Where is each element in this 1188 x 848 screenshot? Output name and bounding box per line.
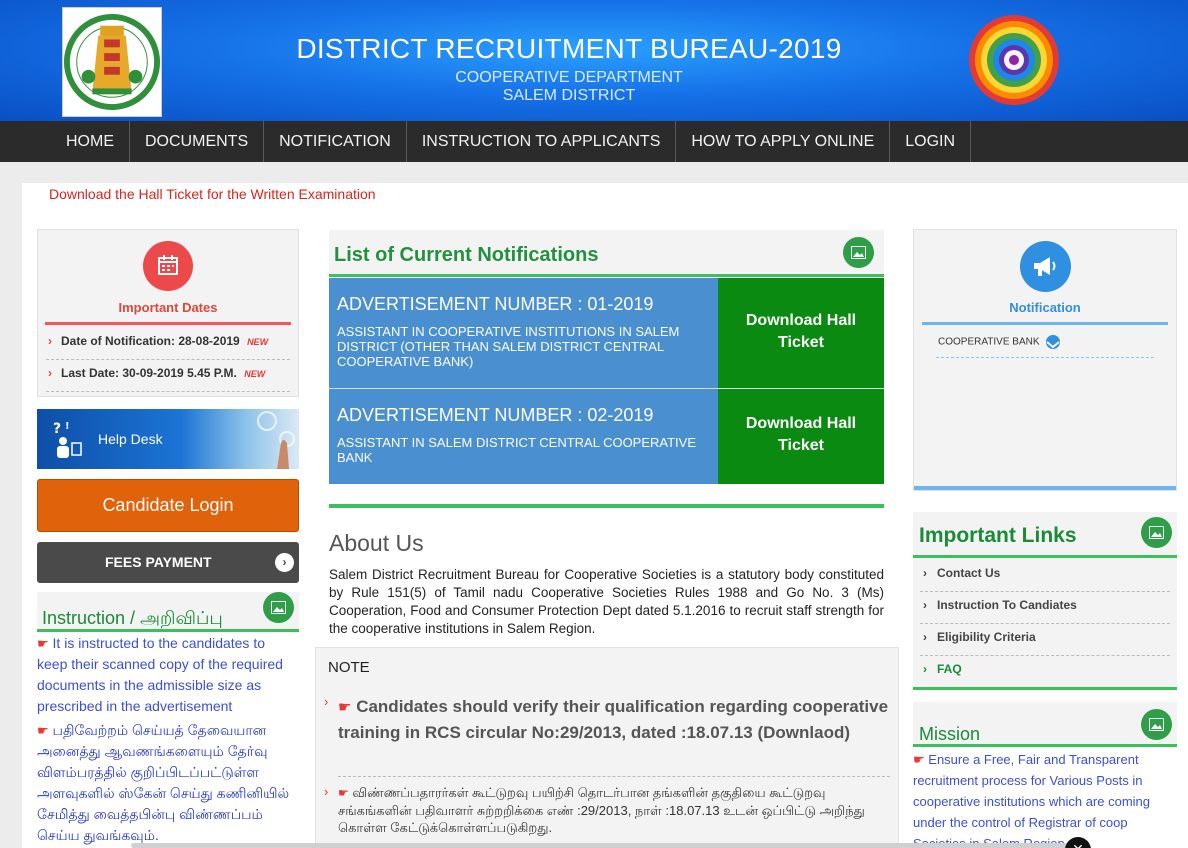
- touch-hand-graphic: [257, 411, 295, 469]
- important-links-title: Important Links: [919, 524, 1077, 547]
- download-hall-ticket-button[interactable]: Download Hall Ticket: [718, 389, 884, 484]
- chevron-right-icon: ›: [48, 366, 52, 380]
- pointing-hand-icon: ☛: [913, 752, 925, 767]
- pointing-hand-icon: ☛: [37, 723, 49, 738]
- divider: [913, 744, 1177, 747]
- chevron-right-icon: ›: [324, 784, 329, 799]
- divider: [913, 687, 1177, 690]
- note-item-tamil: ☛ விண்ணப்பதாரர்கள் கூட்டுறவு பயிற்சி தொட…: [338, 785, 865, 835]
- link-instruction-to-candidates[interactable]: › Instruction To Candiates: [920, 592, 1170, 624]
- image-icon: [843, 237, 874, 268]
- help-desk-banner[interactable]: ? ! Help Desk: [37, 409, 299, 469]
- note-item-qualification[interactable]: ☛ Candidates should verify their qualifi…: [338, 694, 890, 745]
- svg-text:!: !: [65, 421, 70, 432]
- nav-how-to-apply-online[interactable]: HOW TO APPLY ONLINE: [676, 121, 891, 162]
- image-icon: [1141, 709, 1172, 740]
- advertisement-02-card: ADVERTISEMENT NUMBER : 02-2019 ASSISTANT…: [329, 389, 718, 484]
- main-nav: HOME DOCUMENTS NOTIFICATION INSTRUCTION …: [0, 121, 1188, 162]
- calendar-icon: [143, 241, 193, 291]
- divider: [37, 629, 299, 632]
- list-item[interactable]: COOPERATIVE BANK: [938, 334, 1064, 350]
- nav-notification[interactable]: NOTIFICATION: [264, 121, 407, 162]
- fees-payment-label: FEES PAYMENT: [105, 554, 212, 570]
- mission-text: ☛ Ensure a Free, Fair and Transparent re…: [913, 752, 1151, 848]
- notification-side-panel: Notification COOPERATIVE BANK: [913, 229, 1177, 491]
- advertisement-01-card: ADVERTISEMENT NUMBER : 01-2019 ASSISTANT…: [329, 278, 718, 388]
- instruction-text-english: ☛ It is instructed to the candidates to …: [37, 635, 283, 714]
- megaphone-icon: [1020, 241, 1071, 292]
- notification-panel-title: Notification: [1009, 300, 1081, 315]
- hall-ticket-marquee[interactable]: Download the Hall Ticket for the Written…: [49, 186, 376, 202]
- chevron-right-icon: ›: [923, 630, 927, 644]
- divider: [329, 504, 884, 508]
- new-globe-icon: [1046, 335, 1061, 349]
- list-item: › Date of Notification: 28-08-2019 NEW: [46, 330, 290, 360]
- divider: [914, 486, 1176, 490]
- divider: [338, 776, 890, 777]
- horizontal-scrollbar[interactable]: [131, 843, 1081, 848]
- image-icon: [1141, 517, 1172, 548]
- site-header: DISTRICT RECRUITMENT BUREAU-2019 COOPERA…: [0, 0, 1188, 121]
- about-us-text: Salem District Recruitment Bureau for Co…: [329, 567, 884, 636]
- nav-instruction-to-applicants[interactable]: INSTRUCTION TO APPLICANTS: [407, 121, 677, 162]
- advertisement-description: ASSISTANT IN COOPERATIVE INSTITUTIONS IN…: [337, 324, 680, 369]
- image-icon: [263, 592, 294, 623]
- download-hall-ticket-button[interactable]: Download Hall Ticket: [718, 278, 884, 388]
- about-us-title: About Us: [329, 530, 424, 556]
- notifications-title: List of Current Notifications: [334, 244, 599, 266]
- chevron-right-icon: ›: [324, 694, 329, 709]
- instruction-text-tamil: ☛ பதிவேற்றம் செய்யத் தேவையான அனைத்து ஆவண…: [37, 722, 290, 843]
- instruction-title: Instruction / அறிவிப்பு: [42, 608, 223, 628]
- divider: [913, 555, 1177, 558]
- cooperative-rainbow-logo: [968, 14, 1060, 106]
- page: DISTRICT RECRUITMENT BUREAU-2019 COOPERA…: [0, 0, 1188, 848]
- nav-login[interactable]: LOGIN: [890, 121, 972, 162]
- candidate-login-button[interactable]: Candidate Login: [37, 479, 299, 532]
- pointing-hand-icon: ☛: [37, 636, 49, 651]
- list-item: › Last Date: 30-09-2019 5.45 P.M. NEW: [46, 362, 290, 392]
- link-contact-us[interactable]: › Contact Us: [920, 560, 1170, 592]
- advertisement-description: ASSISTANT IN SALEM DISTRICT CENTRAL COOP…: [337, 435, 697, 465]
- date-text: Last Date: 30-09-2019 5.45 P.M.: [61, 366, 237, 380]
- important-dates-panel: Important Dates › Date of Notification: …: [37, 229, 299, 397]
- chevron-right-icon: ›: [275, 553, 294, 572]
- link-faq[interactable]: › FAQ: [920, 656, 1170, 688]
- chevron-right-icon: ›: [923, 598, 927, 612]
- divider: [936, 357, 1154, 358]
- advertisement-number: ADVERTISEMENT NUMBER : 01-2019: [337, 294, 654, 314]
- help-desk-icon: ? !: [53, 421, 82, 458]
- divider: [45, 322, 291, 325]
- svg-text:?: ?: [53, 421, 61, 437]
- new-badge: NEW: [244, 369, 266, 379]
- divider: [922, 322, 1168, 325]
- pointing-hand-icon: ☛: [338, 699, 352, 716]
- chevron-right-icon: ›: [923, 662, 927, 676]
- link-eligibility-criteria[interactable]: › Eligibility Criteria: [920, 624, 1170, 656]
- date-text: Date of Notification: 28-08-2019: [61, 334, 240, 348]
- divider: [329, 274, 884, 277]
- important-dates-title: Important Dates: [118, 300, 218, 315]
- note-title: NOTE: [328, 659, 370, 676]
- nav-home[interactable]: HOME: [51, 121, 130, 162]
- new-badge: NEW: [247, 337, 269, 347]
- chevron-right-icon: ›: [48, 334, 52, 348]
- chevron-right-icon: ›: [923, 566, 927, 580]
- mission-title: Mission: [919, 724, 981, 744]
- help-desk-label: Help Desk: [98, 431, 163, 447]
- pointing-hand-icon: ☛: [338, 786, 349, 800]
- nav-documents[interactable]: DOCUMENTS: [130, 121, 265, 162]
- fees-payment-button[interactable]: FEES PAYMENT ›: [37, 542, 299, 583]
- advertisement-number: ADVERTISEMENT NUMBER : 02-2019: [337, 405, 654, 425]
